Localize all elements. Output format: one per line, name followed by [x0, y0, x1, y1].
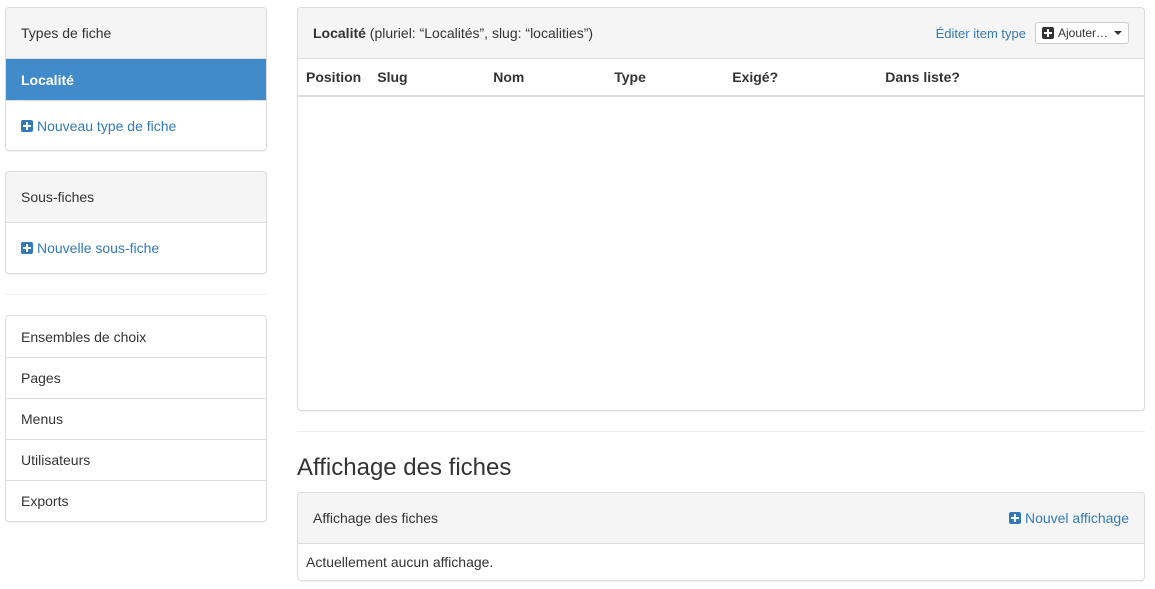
column-header-position: Position — [298, 59, 370, 97]
display-panel: Affichage des fiches Nouvel affichage Ac… — [297, 492, 1145, 581]
card-type-panel: Localité (pluriel: “Localités”, slug: “l… — [297, 7, 1145, 411]
display-panel-heading: Affichage des fiches Nouvel affichage — [298, 493, 1144, 544]
new-card-type-label: Nouveau type de fiche — [37, 117, 177, 134]
new-display-link[interactable]: Nouvel affichage — [1008, 510, 1129, 526]
main-content: Localité (pluriel: “Localités”, slug: “l… — [297, 7, 1145, 581]
subcards-heading: Sous-fiches — [6, 172, 266, 223]
column-header-type: Type — [606, 59, 725, 97]
sidebar-item-label: Ensembles de choix — [21, 328, 147, 345]
sidebar-item-choice-sets[interactable]: Ensembles de choix — [6, 316, 266, 357]
card-types-heading: Types de fiche — [6, 8, 266, 59]
card-type-subtitle: (pluriel: “Localités”, slug: “localities… — [365, 25, 594, 41]
new-card-type-link[interactable]: Nouveau type de fiche — [6, 100, 266, 150]
card-types-title: Types de fiche — [21, 25, 112, 41]
edit-item-type-link[interactable]: Éditer item type — [936, 26, 1026, 41]
display-section-heading: Affichage des fiches — [297, 454, 512, 481]
plus-square-icon — [21, 119, 33, 132]
plus-square-icon — [1008, 512, 1021, 524]
empty-state-text: Actuellement aucun affichage. — [306, 554, 494, 570]
plus-square-icon — [1041, 27, 1054, 39]
fields-table: Position Slug Nom Type Exigé? Dans liste… — [298, 59, 1144, 97]
add-dropdown-button[interactable]: Ajouter… — [1034, 22, 1129, 44]
new-display-label: Nouvel affichage — [1024, 510, 1129, 526]
sidebar-item-label: Utilisateurs — [21, 452, 91, 468]
sidebar-item-users[interactable]: Utilisateurs — [6, 439, 266, 480]
sidebar-divider — [5, 294, 267, 295]
sidebar-item-label: Menus — [21, 411, 64, 427]
sidebar-item-exports[interactable]: Exports — [6, 480, 266, 521]
new-subcard-label: Nouvelle sous-fiche — [37, 240, 160, 256]
table-body — [298, 97, 1144, 410]
sidebar-item-label: Pages — [21, 370, 61, 386]
table-header-row: Position Slug Nom Type Exigé? Dans liste… — [298, 59, 1144, 97]
sidebar-item-label: Localité — [21, 71, 74, 88]
card-type-name: Localité — [313, 25, 366, 41]
add-dropdown-label: Ajouter… — [1057, 26, 1108, 40]
sidebar-item-localite[interactable]: Localité — [6, 59, 266, 100]
plus-square-icon — [21, 242, 33, 254]
main-divider — [297, 431, 1145, 432]
subcards-title: Sous-fiches — [21, 189, 95, 205]
column-header-nom: Nom — [485, 59, 607, 97]
sidebar-item-pages[interactable]: Pages — [6, 357, 266, 398]
card-types-panel: Types de fiche Localité Nouveau type de … — [5, 7, 267, 151]
display-panel-title: Affichage des fiches — [313, 510, 439, 526]
nav-list: Ensembles de choix Pages Menus Utilisate… — [5, 315, 267, 522]
subcards-panel: Sous-fiches Nouvelle sous-fiche — [5, 171, 267, 274]
card-type-actions: Éditer item type Ajouter… — [936, 22, 1129, 44]
sidebar-item-label: Exports — [21, 493, 69, 509]
column-header-exige: Exigé? — [724, 59, 878, 97]
card-type-title: Localité (pluriel: “Localités”, slug: “l… — [313, 25, 593, 41]
card-type-heading: Localité (pluriel: “Localités”, slug: “l… — [298, 8, 1144, 59]
sidebar: Types de fiche Localité Nouveau type de … — [5, 7, 267, 522]
column-header-slug: Slug — [369, 59, 486, 97]
new-subcard-link[interactable]: Nouvelle sous-fiche — [6, 223, 266, 273]
caret-down-icon — [1114, 31, 1122, 35]
column-header-dans-liste: Dans liste? — [877, 59, 1144, 97]
sidebar-item-menus[interactable]: Menus — [6, 398, 266, 439]
